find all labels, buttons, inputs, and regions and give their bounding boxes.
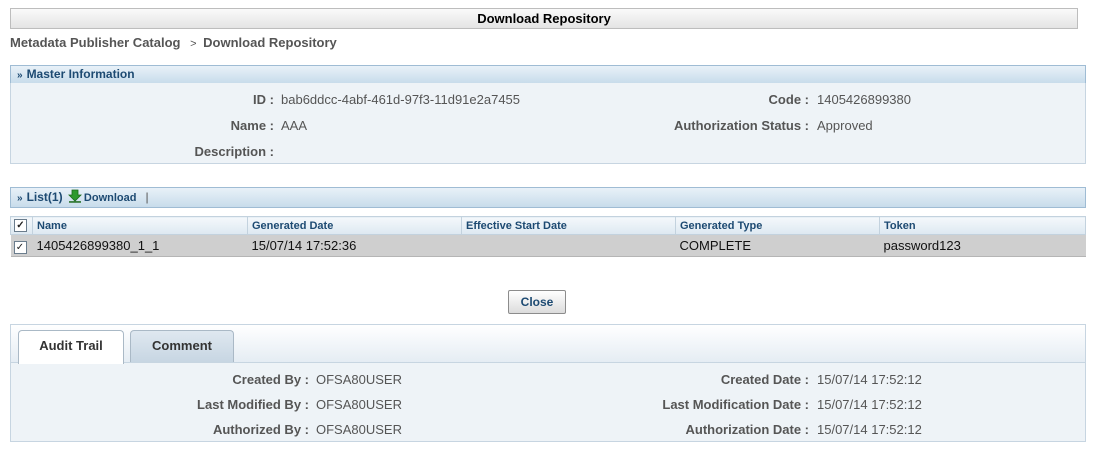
audit-trail-panel: Created By : OFSA80USER Created Date : 1…: [10, 362, 1086, 442]
created-by-label: Created By :: [232, 372, 309, 387]
cell-name: 1405426899380_1_1: [32, 234, 248, 257]
name-value: AAA: [281, 118, 308, 133]
cell-generated-date: 15/07/14 17:52:36: [247, 234, 462, 257]
code-value: 1405426899380: [817, 92, 911, 107]
authorized-by-value: OFSA80USER: [316, 422, 402, 437]
breadcrumb-current: Download Repository: [203, 35, 337, 50]
id-label: ID :: [253, 92, 274, 107]
authorization-date-label: Authorization Date :: [685, 422, 810, 437]
column-header-generated-date[interactable]: Generated Date: [247, 216, 462, 235]
table-header-row: ✓ Name Generated Date Effective Start Da…: [10, 216, 1086, 235]
double-chevron-down-icon[interactable]: »: [17, 193, 23, 204]
column-header-name[interactable]: Name: [32, 216, 248, 235]
select-all-header[interactable]: ✓: [10, 216, 33, 235]
name-label: Name :: [230, 118, 274, 133]
created-date-label: Created Date :: [720, 372, 809, 387]
table-row[interactable]: ✓ 1405426899380_1_1 15/07/14 17:52:36 CO…: [10, 234, 1086, 257]
list-title: List(1): [26, 190, 63, 204]
breadcrumb-separator: >: [190, 38, 197, 50]
code-label: Code :: [768, 92, 809, 107]
authorization-status-value: Approved: [817, 118, 873, 133]
created-by-value: OFSA80USER: [316, 372, 402, 387]
master-information-title: Master Information: [26, 67, 135, 81]
cell-generated-type: COMPLETE: [675, 234, 880, 257]
row-select-cell[interactable]: ✓: [10, 234, 33, 257]
tab-audit-trail[interactable]: Audit Trail: [18, 330, 124, 364]
cell-token: password123: [879, 234, 1086, 257]
last-modified-by-value: OFSA80USER: [316, 397, 402, 412]
download-list-table: ✓ Name Generated Date Effective Start Da…: [10, 216, 1086, 257]
breadcrumb: Metadata Publisher Catalog > Download Re…: [10, 35, 337, 50]
cell-effective-start-date: [461, 234, 676, 257]
id-value: bab6ddcc-4abf-461d-97f3-11d91e2a7455: [281, 92, 521, 107]
row-checkbox[interactable]: ✓: [13, 240, 27, 254]
select-all-checkbox[interactable]: ✓: [14, 219, 27, 232]
authorization-date-value: 15/07/14 17:52:12: [817, 422, 922, 437]
master-information-panel: ID : bab6ddcc-4abf-461d-97f3-11d91e2a745…: [10, 83, 1086, 164]
close-button[interactable]: Close: [508, 290, 566, 314]
authorization-status-label: Authorization Status :: [673, 118, 809, 133]
tab-comment[interactable]: Comment: [130, 330, 234, 363]
toolbar-divider: |: [145, 190, 149, 204]
last-modification-date-value: 15/07/14 17:52:12: [817, 397, 922, 412]
list-header: » List(1) Download |: [10, 187, 1086, 208]
last-modification-date-label: Last Modification Date :: [662, 397, 809, 412]
download-button[interactable]: Download: [66, 189, 140, 204]
breadcrumb-root[interactable]: Metadata Publisher Catalog: [10, 35, 180, 50]
double-chevron-down-icon[interactable]: »: [17, 70, 23, 81]
description-label: Description :: [194, 144, 274, 159]
authorized-by-label: Authorized By :: [212, 422, 309, 437]
master-information-header[interactable]: » Master Information: [10, 65, 1086, 84]
page-title: Download Repository: [10, 8, 1078, 29]
download-icon: [67, 189, 82, 203]
download-label: Download: [83, 192, 137, 204]
created-date-value: 15/07/14 17:52:12: [817, 372, 922, 387]
last-modified-by-label: Last Modified By :: [197, 397, 309, 412]
column-header-generated-type[interactable]: Generated Type: [675, 216, 880, 235]
column-header-effective-start-date[interactable]: Effective Start Date: [461, 216, 676, 235]
column-header-token[interactable]: Token: [879, 216, 1086, 235]
